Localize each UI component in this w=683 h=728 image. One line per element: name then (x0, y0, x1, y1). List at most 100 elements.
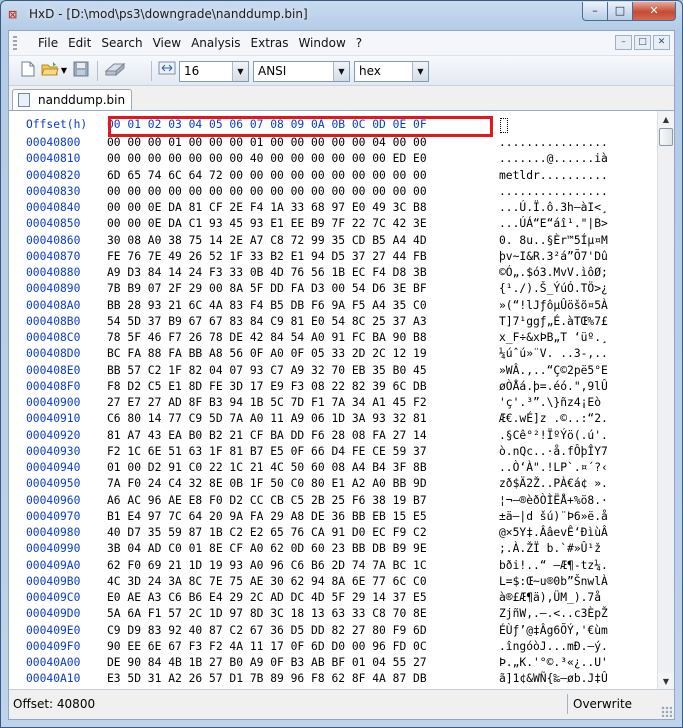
tab-nanddump[interactable]: nanddump.bin (12, 89, 132, 110)
row-hex-bytes[interactable]: E0 AE A3 C6 B6 E4 29 2C AD DC 4D 5F 29 1… (107, 591, 427, 604)
row-hex-bytes[interactable]: 00 00 0E DA C1 93 45 93 E1 EE B9 7F 22 7… (107, 217, 427, 230)
row-text[interactable]: ©Ó„.$ó3.MvV.ìôØ; (499, 266, 608, 279)
menu-item-extras[interactable]: Extras (246, 36, 294, 50)
row-hex-bytes[interactable]: 78 5F 46 F7 26 78 DE 42 84 54 A0 91 FC B… (107, 331, 427, 344)
title-bar[interactable]: ⊠ HxD - [D:\mod\ps3\downgrade\nanddump.b… (1, 1, 682, 29)
menu-item-analysis[interactable]: Analysis (186, 36, 245, 50)
row-text[interactable]: Þ.„K.'°©.³«¿..U' (499, 656, 608, 669)
row-text[interactable]: metldr.......... (499, 169, 608, 182)
row-text[interactable]: 'ç'­.³”.\}ñz4¡Eò (499, 396, 601, 409)
open-dropdown-arrow[interactable]: ▼ (59, 61, 69, 81)
resize-grip-icon[interactable] (661, 706, 672, 717)
row-hex-bytes[interactable]: BB 28 93 21 6C 4A 83 F4 B5 DB F6 9A F5 A… (107, 299, 427, 312)
row-hex-bytes[interactable]: 7A F0 24 C4 32 8E 0B 1F 50 C0 80 E1 A2 A… (107, 477, 427, 490)
row-hex-bytes[interactable]: 00 00 0E DA 81 CF 2E F4 1A 33 68 97 E0 4… (107, 201, 427, 214)
offset-base-select[interactable]: hex ▼ (354, 61, 429, 82)
minimize-button[interactable]: – (582, 2, 608, 21)
row-text[interactable]: ã]1¢&WÑ{‰–øb.J‡Û (499, 672, 608, 685)
doc-restore-button[interactable]: □ (634, 35, 651, 50)
menu-item-file[interactable]: File (33, 36, 63, 50)
row-hex-bytes[interactable]: A9 D3 84 14 24 F3 33 0B 4D 76 56 1B EC F… (107, 266, 427, 279)
row-hex-bytes[interactable]: DE 90 84 4B 1B 27 B0 A9 0F B3 AB BF 01 0… (107, 656, 427, 669)
row-hex-bytes[interactable]: 90 EE 6E 67 F3 F2 4A 11 17 0F 6D D0 00 9… (107, 640, 427, 653)
hex-view[interactable]: Offset(h) 00 01 02 03 04 05 06 07 08 09 … (9, 111, 657, 689)
row-text[interactable]: ¦¬–®èðÒÌËÅ+%ö8.· (499, 494, 608, 507)
doc-minimize-button[interactable]: – (615, 35, 632, 50)
row-text[interactable]: »(“!lJƒôµÛöšõ¤5À (499, 299, 608, 312)
chevron-down-icon[interactable]: ▼ (333, 62, 349, 81)
row-hex-bytes[interactable]: 3B 04 AD C0 01 8E CF A0 62 0D 60 23 BB D… (107, 542, 427, 555)
menu-item-window[interactable]: Window (293, 36, 350, 50)
row-hex-bytes[interactable]: F2 1C 6E 51 63 1F 81 B7 E5 0F 66 D4 FE C… (107, 445, 427, 458)
chevron-down-icon[interactable]: ▼ (412, 62, 428, 81)
vertical-scrollbar[interactable]: ▲ ▼ (657, 111, 674, 689)
disk-icon[interactable] (103, 61, 127, 81)
row-text[interactable]: ò.nQc..·å.fÔþÎY7 (499, 445, 608, 458)
scroll-down-icon[interactable]: ▼ (658, 673, 674, 689)
row-hex-bytes[interactable]: C9 D9 83 92 40 87 C2 67 36 D5 DD 82 27 8… (107, 624, 427, 637)
row-hex-bytes[interactable]: 27 E7 27 AD 8F B3 94 1B 5C 7D F1 7A 34 A… (107, 396, 427, 409)
row-text[interactable]: þv~I&R.3²á”Õ7'Dû (499, 250, 608, 263)
row-hex-bytes[interactable]: 81 A7 43 EA B0 B2 21 CF BA DD F6 28 08 F… (107, 429, 427, 442)
row-text[interactable]: øÒÅá.þ=.éó."‚9lÛ (499, 380, 608, 393)
row-text[interactable]: ZjñW,.—.<..c3ÈpŽ (499, 607, 608, 620)
hex-editor[interactable]: Offset(h) 00 01 02 03 04 05 06 07 08 09 … (9, 110, 674, 689)
row-text[interactable]: ................ (499, 185, 608, 198)
row-hex-bytes[interactable]: 54 5D 37 B9 67 67 83 84 C9 81 E0 54 8C 2… (107, 315, 427, 328)
row-hex-bytes[interactable]: 01 00 D2 91 C0 22 1C 21 4C 50 60 08 A4 B… (107, 461, 427, 474)
chevron-down-icon[interactable]: ▼ (232, 62, 248, 81)
row-text[interactable]: L=$:Œ~u®0b”ŠnwlÀ (499, 575, 608, 588)
row-hex-bytes[interactable]: FE 76 7E 49 26 52 1F 33 B2 E1 94 D5 37 2… (107, 250, 427, 263)
row-hex-bytes[interactable]: F8 D2 C5 E1 8D FE 3D 17 E9 F3 08 22 82 3… (107, 380, 427, 393)
doc-close-button[interactable]: ✕ (653, 35, 670, 50)
close-button[interactable]: ✕ (633, 2, 676, 21)
row-hex-bytes[interactable]: 4C 3D 24 3A 8C 7E 75 AE 30 62 94 8A 6E 7… (107, 575, 427, 588)
status-edit-mode[interactable]: Overwrite (573, 697, 632, 711)
row-hex-bytes[interactable]: 5A 6A F1 57 2C 1D 97 8D 3C 18 13 63 33 C… (107, 607, 427, 620)
row-hex-bytes[interactable]: A6 AC 96 AE E8 F0 D2 CC CB C5 2B 25 F6 3… (107, 494, 427, 507)
row-text[interactable]: ÉÙƒ’@‡Âg6ÕÝ‚'€ùm (499, 624, 608, 637)
row-text[interactable]: zð$Ä2Ž..PÀ€á¢ ». (499, 477, 608, 490)
row-text[interactable]: .......@......ià (499, 152, 608, 165)
width-arrows-icon[interactable] (157, 61, 177, 81)
row-text[interactable]: 0. 8u..§Èr™5Íµ¤M (499, 234, 608, 247)
row-text[interactable]: Æ€.wÉ]z .©..:“2. (499, 412, 608, 425)
row-text[interactable]: bði!..“ –Æ¶-tz¼. (499, 559, 608, 572)
row-hex-bytes[interactable]: 7B B9 07 2F 29 00 8A 5F DD FA D3 00 54 D… (107, 282, 427, 295)
row-hex-bytes[interactable]: B1 E4 97 7C 64 20 9A FA 29 A8 DE 36 BB E… (107, 510, 427, 523)
row-hex-bytes[interactable]: 30 08 A0 38 75 14 2E A7 C8 72 99 35 CD B… (107, 234, 427, 247)
save-icon[interactable] (71, 61, 91, 81)
row-hex-bytes[interactable]: 00 00 00 01 00 00 00 01 00 00 00 00 00 0… (107, 136, 427, 149)
row-hex-bytes[interactable]: BB 57 C2 1F 82 04 07 93 C7 A9 32 70 EB 3… (107, 364, 427, 377)
row-text[interactable]: {¹./).Š_ÝúÓ.TÖ>¿ (499, 282, 608, 295)
scroll-up-icon[interactable]: ▲ (658, 111, 674, 128)
scroll-thumb[interactable] (659, 128, 673, 146)
row-hex-bytes[interactable]: 62 F0 69 21 1D 19 93 A0 96 C6 B6 2D 74 7… (107, 559, 427, 572)
row-hex-bytes[interactable]: 00 00 00 00 00 00 00 40 00 00 00 00 00 0… (107, 152, 427, 165)
row-text[interactable]: ...Ú.Ï.ô.3h—àI<¸ (499, 201, 608, 214)
row-hex-bytes[interactable]: 40 D7 35 59 87 1B C2 E2 65 76 CA 91 D0 E… (107, 526, 427, 539)
new-file-icon[interactable] (18, 61, 38, 81)
row-text[interactable]: ...ÚÁ“E“áî¹."|B> (499, 217, 608, 230)
row-text[interactable]: »WÂ.‚..“Ç©2pë5°E (499, 364, 608, 377)
menu-item-search[interactable]: Search (96, 36, 147, 50)
row-text[interactable]: @×5Y‡.ÂâevÊ‘ÐìùÂ (499, 526, 608, 539)
row-text[interactable]: ¼úˆú»¨V. ..3-,.. (499, 347, 608, 360)
row-text[interactable]: T]7¹ggƒ„É.àTŒ%7£ (499, 315, 608, 328)
row-hex-bytes[interactable]: C6 80 14 77 C9 5D 7A A0 11 A9 06 1D 3A 9… (107, 412, 427, 425)
menu-grip-handle[interactable] (13, 36, 17, 51)
row-hex-bytes[interactable]: 6D 65 74 6C 64 72 00 00 00 00 00 00 00 0… (107, 169, 427, 182)
row-hex-bytes[interactable]: E3 5D 31 A2 26 57 D1 7B 89 96 F8 62 8F 4… (107, 672, 427, 685)
row-text[interactable]: ;.­À.ŽÏ b.`#»Û¹ž (499, 542, 601, 555)
row-text[interactable]: .îngóòJ...mÐ.–ý. (499, 640, 608, 653)
row-text[interactable]: à®£Æ¶ä),­ÜM_).7å (499, 591, 601, 604)
maximize-button[interactable]: □ (608, 2, 633, 21)
menu-item-edit[interactable]: Edit (63, 36, 96, 50)
row-hex-bytes[interactable]: BC FA 88 FA BB A8 56 0F A0 0F 05 33 2D 2… (107, 347, 427, 360)
charset-select[interactable]: ANSI ▼ (253, 61, 350, 82)
row-text[interactable]: x_F÷&xÞB„T ‘üº.¸ (499, 331, 608, 344)
row-text[interactable]: ..Ò‘À".!LP`.¤´?‹ (499, 461, 608, 474)
menu-item-help[interactable]: ? (351, 36, 367, 50)
menu-item-view[interactable]: View (148, 36, 186, 50)
bytes-per-row-select[interactable]: 16 ▼ (179, 61, 249, 82)
